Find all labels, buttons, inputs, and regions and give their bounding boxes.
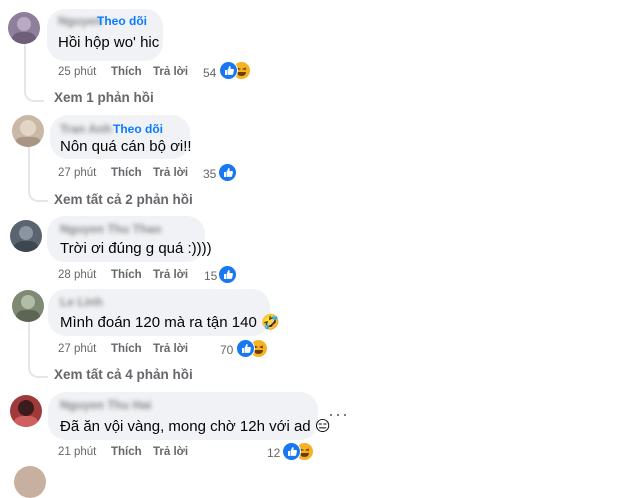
avatar-photo-icon <box>14 226 38 252</box>
avatar-photo-icon <box>14 400 38 427</box>
reaction-count[interactable]: 54 <box>203 66 216 80</box>
avatar[interactable] <box>10 395 42 427</box>
reaction-count[interactable]: 35 <box>203 167 216 181</box>
commenter-name[interactable]: Nguyen <box>58 14 102 28</box>
comment-time[interactable]: 21 phút <box>58 446 96 458</box>
reply-button[interactable]: Trả lời <box>153 269 188 281</box>
comment-text: Đã ăn vội vàng, mong chờ 12h với ad 😑 <box>60 418 331 435</box>
thread-line <box>24 40 26 88</box>
avatar[interactable] <box>8 12 40 44</box>
avatar[interactable] <box>12 290 44 322</box>
thread-elbow <box>24 86 44 102</box>
comment-text: Hồi hộp wo' hic <box>58 34 160 51</box>
commenter-name[interactable]: Nguyen Thu Hai <box>60 398 151 412</box>
like-button[interactable]: Thích <box>111 446 142 458</box>
more-options-button[interactable]: ··· <box>328 404 349 425</box>
like-icon[interactable] <box>219 61 238 80</box>
thread-elbow <box>28 362 48 378</box>
reply-button[interactable]: Trả lời <box>153 446 188 458</box>
like-button[interactable]: Thích <box>111 167 142 179</box>
avatar[interactable] <box>14 466 46 498</box>
reply-button[interactable]: Trả lời <box>153 167 188 179</box>
view-replies-link[interactable]: Xem tất cả 2 phản hồi <box>54 192 193 207</box>
comment-text: Trời ơi đúng g quá :)))) <box>60 240 212 257</box>
thread-line <box>28 146 30 186</box>
avatar-photo-icon <box>16 295 40 322</box>
comment-text: Nôn quá cán bộ ơi!! <box>60 138 192 155</box>
reply-button[interactable]: Trả lời <box>153 343 188 355</box>
thread-line <box>28 320 30 366</box>
follow-button[interactable]: Theo dõi <box>97 14 147 28</box>
view-replies-link[interactable]: Xem 1 phản hồi <box>54 90 154 105</box>
commenter-name[interactable]: Le Linh <box>60 295 103 309</box>
reaction-count[interactable]: 15 <box>204 269 217 283</box>
avatar-photo-icon <box>12 17 36 44</box>
like-icon[interactable] <box>218 265 237 284</box>
follow-button[interactable]: Theo dõi <box>113 122 163 136</box>
like-icon[interactable] <box>282 442 301 461</box>
like-icon[interactable] <box>218 163 237 182</box>
view-replies-link[interactable]: Xem tất cả 4 phản hồi <box>54 367 193 382</box>
commenter-name[interactable]: Nguyen Thu Thao <box>60 222 161 236</box>
avatar[interactable] <box>10 220 42 252</box>
like-icon[interactable] <box>236 339 255 358</box>
avatar-photo-icon <box>15 120 41 147</box>
commenter-name[interactable]: Tran Anh <box>60 122 112 136</box>
reaction-count[interactable]: 12 <box>267 446 280 460</box>
comment-time[interactable]: 25 phút <box>58 66 96 78</box>
like-button[interactable]: Thích <box>111 343 142 355</box>
reaction-count[interactable]: 70 <box>220 343 233 357</box>
like-button[interactable]: Thích <box>111 66 142 78</box>
avatar[interactable] <box>12 115 44 147</box>
comment-time[interactable]: 28 phút <box>58 269 96 281</box>
comment-time[interactable]: 27 phút <box>58 343 96 355</box>
like-button[interactable]: Thích <box>111 269 142 281</box>
thread-elbow <box>28 186 48 202</box>
comment-text: Mình đoán 120 mà ra tận 140 🤣 <box>60 314 280 331</box>
comment-time[interactable]: 27 phút <box>58 167 96 179</box>
reply-button[interactable]: Trả lời <box>153 66 188 78</box>
